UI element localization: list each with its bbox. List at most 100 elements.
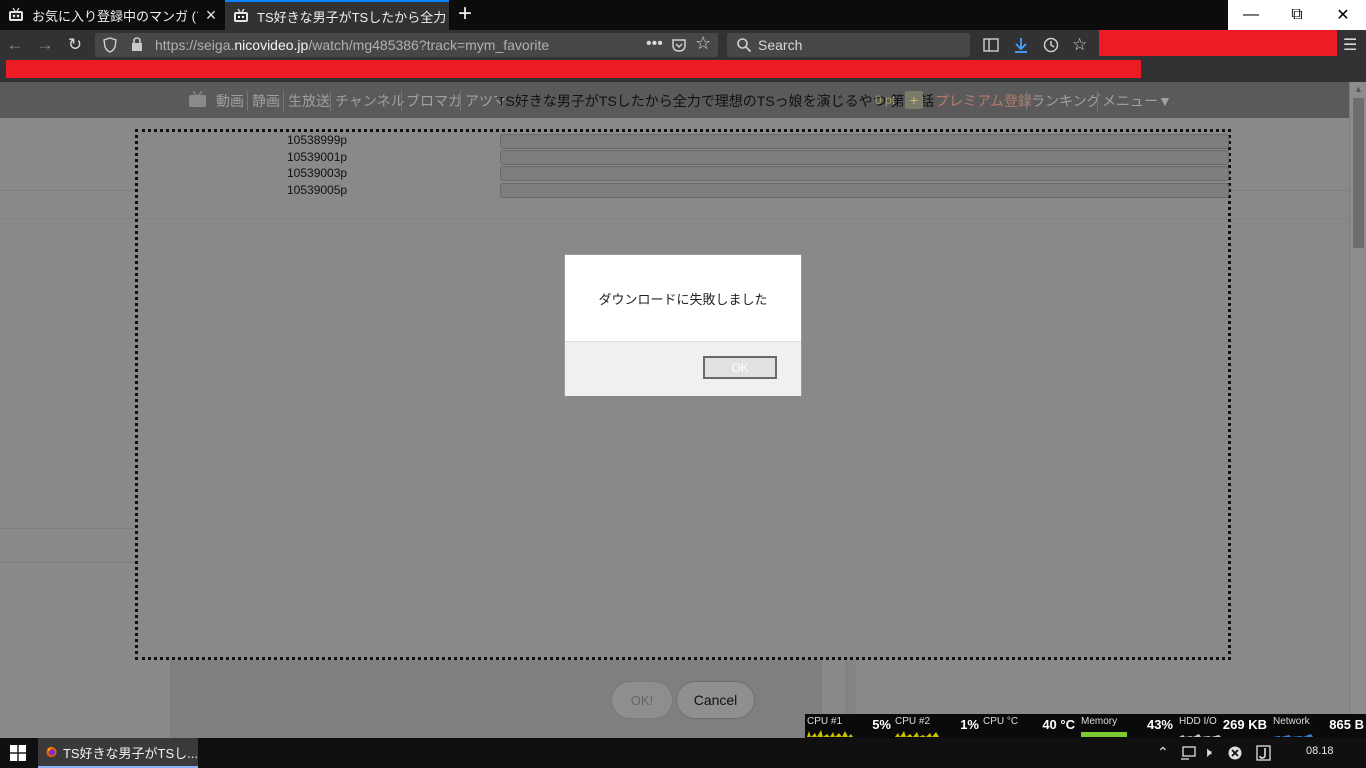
close-window-icon[interactable]: ✕	[1320, 0, 1366, 30]
memory-monitor: Memory 43%	[1079, 714, 1175, 738]
scroll-up-icon[interactable]: ▲	[1354, 84, 1363, 94]
points-unit: pt	[885, 93, 896, 107]
volume-icon[interactable]: 🕨	[1203, 744, 1212, 761]
network-label: Network	[1273, 716, 1310, 727]
progress-bar	[500, 183, 1229, 198]
forward-icon[interactable]: →	[33, 34, 57, 56]
history-clock-icon[interactable]	[1043, 37, 1059, 53]
cancel-button[interactable]: Cancel	[676, 681, 755, 719]
tab-title: お気に入り登録中のマンガ (マ	[32, 8, 198, 24]
start-button[interactable]	[0, 738, 36, 768]
ranking-link[interactable]: ランキング	[1026, 91, 1101, 111]
windows-taskbar: TS好きな男子がTSし... ⌃ 🕨 08.18	[0, 738, 1366, 768]
cpu-temp-monitor: CPU °C 40 °C	[981, 714, 1077, 738]
lock-icon[interactable]	[131, 37, 143, 52]
tracking-protection-shield-icon[interactable]	[103, 37, 117, 53]
cpu2-value: 1%	[960, 717, 979, 732]
restore-icon[interactable]: ⧉	[1274, 0, 1320, 30]
nav-douga[interactable]: 動画	[216, 91, 244, 111]
alert-dialog: ダウンロードに失敗しました OK	[564, 254, 802, 396]
divider	[0, 190, 135, 191]
hdd-label: HDD I/O	[1179, 716, 1217, 727]
network-tray-icon[interactable]	[1180, 746, 1196, 760]
points-value: 0	[875, 93, 882, 107]
cpu2-label: CPU #2	[895, 716, 931, 727]
window-controls: — ⧉ ✕	[1228, 0, 1366, 30]
bookmark-star-icon[interactable]: ☆	[695, 33, 711, 54]
tab-title: TS好きな男子がTSしたから全力	[257, 9, 447, 25]
url-text: https://seiga.nicovideo.jp/watch/mg48538…	[155, 37, 550, 53]
menu-dropdown[interactable]: メニュー▼	[1097, 91, 1172, 111]
downloads-icon[interactable]	[1013, 37, 1029, 53]
divider	[0, 528, 135, 529]
page-actions-icon[interactable]: •••	[646, 35, 663, 53]
search-icon	[737, 38, 752, 53]
progress-bar	[500, 166, 1229, 181]
niconico-favicon-icon	[234, 8, 248, 22]
nav-blomaga[interactable]: ブロマガ	[401, 91, 462, 111]
pocket-icon[interactable]	[671, 37, 687, 53]
premium-register-link[interactable]: プレミアム登録	[935, 91, 1032, 111]
cpu1-graph	[807, 730, 853, 737]
progress-label: 10539001p	[287, 150, 348, 164]
points-display: 0 pt	[875, 93, 895, 107]
page-scrollbar[interactable]: ▲	[1349, 82, 1366, 738]
search-placeholder: Search	[758, 37, 803, 53]
reload-icon[interactable]: ↻	[63, 34, 87, 56]
add-points-button[interactable]: +	[905, 91, 923, 109]
progress-label: 10539003p	[287, 166, 348, 180]
nav-channel[interactable]: チャンネル	[330, 91, 405, 111]
tray-chevron-icon[interactable]: ⌃	[1157, 744, 1169, 761]
back-icon[interactable]: ←	[3, 34, 27, 56]
network-graph	[1273, 734, 1319, 737]
bookmarks-menu-icon[interactable]: ☆	[1072, 35, 1087, 55]
page-content: 動画 静画 生放送 チャンネル ブロマガ アツマ TS好きな男子がTSしたから全…	[0, 82, 1349, 738]
progress-label: 10538999p	[287, 133, 348, 147]
alert-ok-button[interactable]: OK	[703, 356, 777, 379]
taskbar-firefox-app[interactable]: TS好きな男子がTSし...	[38, 738, 198, 768]
network-value: 865 B	[1329, 717, 1364, 732]
cpu2-graph	[895, 731, 941, 737]
page-title: TS好きな男子がTSしたから全力で理想のTSっ娘を演じるやつ 第21話	[497, 93, 935, 109]
hdd-monitor: HDD I/O 269 KB	[1177, 714, 1269, 738]
library-sidebar-icon[interactable]	[983, 38, 999, 52]
cpu2-monitor: CPU #2 1%	[893, 714, 981, 738]
navigation-toolbar: ← → ↻ https://seiga.nicovideo.jp/watch/m…	[0, 30, 1366, 60]
progress-label: 10539005p	[287, 183, 348, 197]
url-bar[interactable]: https://seiga.nicovideo.jp/watch/mg48538…	[95, 33, 718, 57]
system-monitor: CPU #1 5% CPU #2 1% CPU °C 40 °C Memory …	[805, 714, 1366, 738]
tab-active-manga[interactable]: TS好きな男子がTSしたから全力	[225, 0, 449, 30]
memory-label: Memory	[1081, 716, 1118, 727]
minimize-icon[interactable]: —	[1228, 0, 1274, 30]
scrollbar-thumb[interactable]	[1353, 98, 1364, 248]
alert-message: ダウンロードに失敗しました	[598, 292, 768, 307]
taskbar-clock[interactable]: 08.18	[1306, 745, 1334, 757]
bookmark-bar	[0, 60, 1366, 82]
ime-off-icon[interactable]	[1228, 746, 1242, 760]
cpu-temp-value: 40 °C	[1042, 717, 1075, 732]
cpu1-value: 5%	[872, 717, 891, 732]
memory-value: 43%	[1146, 717, 1173, 732]
firefox-icon	[46, 746, 57, 758]
tab-favorites[interactable]: お気に入り登録中のマンガ (マ ×	[0, 0, 224, 30]
cpu-temp-label: CPU °C	[983, 716, 1019, 727]
taskbar-app-title: TS好きな男子がTSし...	[62, 745, 198, 761]
nav-seiga[interactable]: 静画	[247, 91, 280, 111]
niconico-tv-icon[interactable]	[188, 91, 207, 108]
memory-graph	[1081, 732, 1127, 737]
cpu1-label: CPU #1	[807, 716, 843, 727]
close-tab-icon[interactable]: ×	[198, 5, 224, 26]
search-box[interactable]: Search	[727, 33, 970, 57]
alert-footer: OK	[565, 341, 801, 396]
progress-bar	[500, 134, 1229, 149]
new-tab-button[interactable]: +	[452, 0, 478, 30]
tab-bar: お気に入り登録中のマンガ (マ × TS好きな男子がTSしたから全力 + — ⧉…	[0, 0, 1366, 30]
hamburger-menu-icon[interactable]: ☰	[1343, 35, 1357, 55]
ok-button[interactable]: OK!	[611, 681, 673, 719]
hdd-graph	[1179, 734, 1225, 737]
hdd-value: 269 KB	[1222, 717, 1267, 732]
nav-live[interactable]: 生放送	[283, 91, 330, 111]
notification-app-icon[interactable]	[1256, 745, 1271, 761]
redacted-area	[1099, 30, 1337, 56]
site-navbar: 動画 静画 生放送 チャンネル ブロマガ アツマ TS好きな男子がTSしたから全…	[0, 82, 1349, 118]
